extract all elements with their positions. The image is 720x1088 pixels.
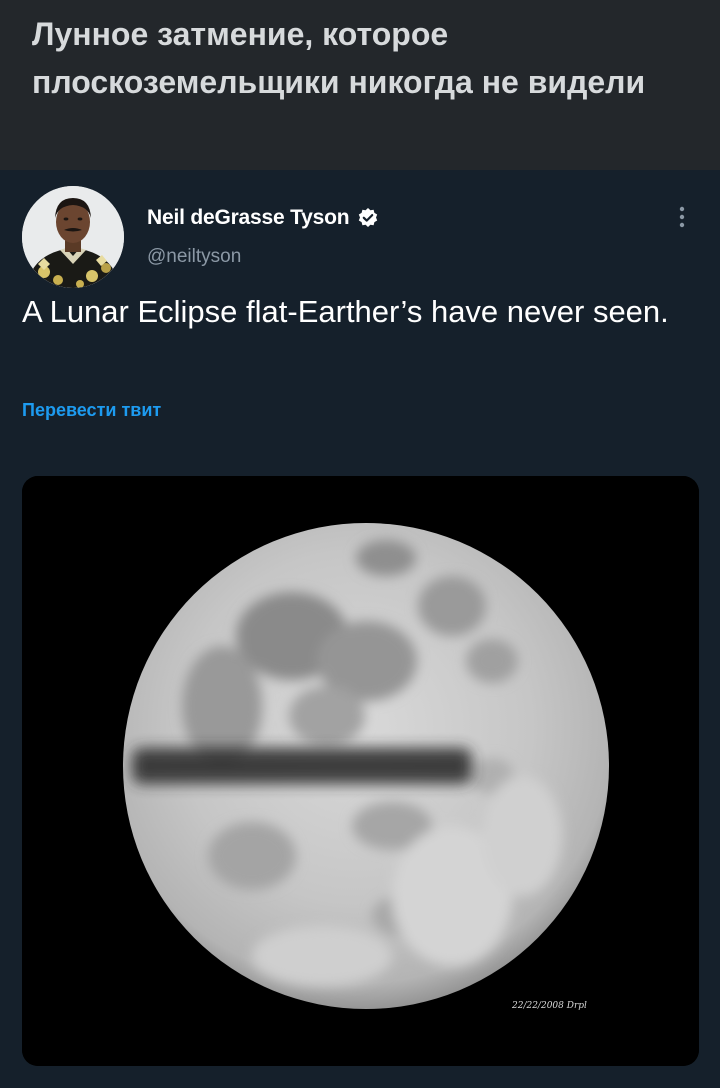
tweet-card[interactable]: Neil deGrasse Tyson @neiltyson A Lunar E… (0, 170, 720, 1088)
author-handle[interactable]: @neiltyson (147, 246, 241, 268)
more-options-icon[interactable] (674, 204, 690, 232)
tweet-media-image[interactable]: 22/22/2008 Drpl (22, 476, 699, 1066)
screenshot-page: Лунное затмение, которое плоскоземельщик… (0, 0, 720, 1088)
avatar-photo (22, 186, 124, 288)
author-avatar[interactable] (22, 186, 124, 288)
photo-watermark: 22/22/2008 Drpl (511, 1001, 587, 1011)
post-header: Лунное затмение, которое плоскоземельщик… (0, 0, 720, 170)
verified-badge-icon (357, 207, 379, 229)
tweet-text: A Lunar Eclipse flat-Earther’s have neve… (22, 294, 669, 329)
post-title: Лунное затмение, которое плоскоземельщик… (32, 16, 646, 100)
author-display-name[interactable]: Neil deGrasse Tyson (147, 206, 350, 230)
moon-photo: 22/22/2008 Drpl (22, 476, 699, 1066)
translate-tweet-link[interactable]: Перевести твит (22, 400, 161, 421)
author-name-row[interactable]: Neil deGrasse Tyson (147, 206, 379, 230)
